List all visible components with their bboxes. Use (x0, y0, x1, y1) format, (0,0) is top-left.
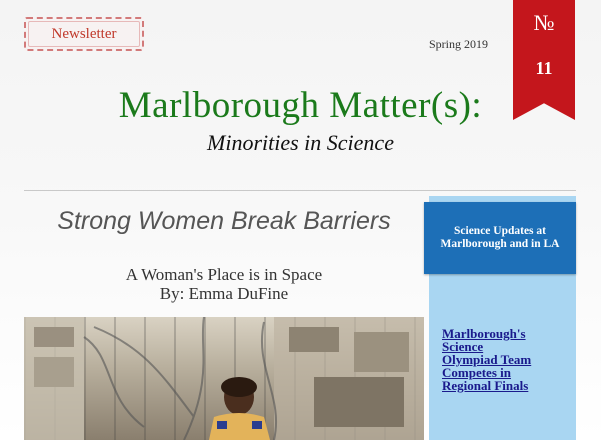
astronaut-illustration (24, 317, 424, 440)
sidebar-heading-label: Science Updates at Marlborough and in LA (440, 225, 560, 250)
newsletter-stamp: Newsletter (24, 17, 144, 51)
article-title: A Woman's Place is in Space (125, 265, 323, 284)
newsletter-subtitle: Minorities in Science (207, 130, 394, 155)
article-byline: By: Emma DuFine (159, 284, 289, 303)
sidebar-heading: Science Updates at Marlborough and in LA (424, 202, 576, 274)
science-olympiad-link[interactable]: Marlborough's Science Olympiad Team Comp… (442, 327, 542, 392)
issue-season: Spring 2019 (429, 37, 489, 51)
issue-number: 11 (535, 58, 553, 78)
section-headline: Strong Women Break Barriers (57, 207, 391, 235)
astronaut-photo (24, 317, 424, 440)
newsletter-title: Marlborough Matter(s): (118, 85, 483, 126)
stamp-label: Newsletter (51, 25, 117, 42)
issue-symbol: № (533, 10, 555, 35)
divider (24, 190, 576, 191)
